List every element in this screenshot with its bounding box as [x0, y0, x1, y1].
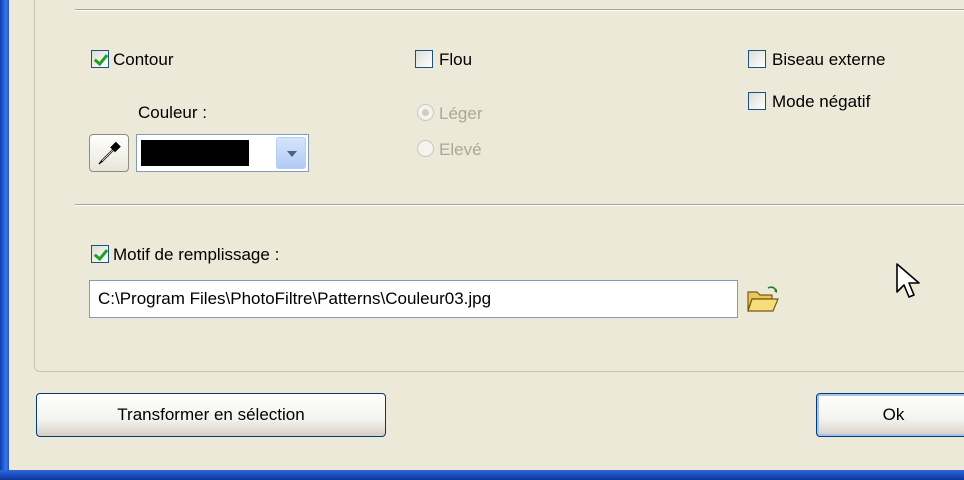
biseau-checkbox[interactable] — [748, 50, 766, 68]
negatif-checkbox[interactable] — [748, 92, 766, 110]
mouse-pointer-icon — [896, 263, 920, 298]
ok-button[interactable]: Ok — [816, 393, 964, 437]
top-separator — [75, 9, 964, 11]
negatif-label[interactable]: Mode négatif — [772, 92, 870, 112]
flou-label[interactable]: Flou — [439, 50, 472, 70]
color-swatch — [141, 140, 249, 166]
contour-checkbox[interactable] — [91, 50, 109, 68]
dialog-panel: Contour Couleur : Flou Léger Elevé Bisea… — [9, 0, 964, 470]
radio-eleve-label: Elevé — [439, 140, 482, 159]
color-picker-button[interactable] — [89, 134, 129, 172]
radio-leger[interactable] — [417, 104, 434, 121]
eyedropper-icon — [98, 141, 121, 165]
browse-button[interactable] — [744, 282, 782, 316]
pattern-label[interactable]: Motif de remplissage : — [113, 245, 279, 265]
middle-separator — [75, 204, 964, 206]
pattern-checkbox[interactable] — [91, 245, 109, 263]
pattern-path-field[interactable]: C:\Program Files\PhotoFiltre\Patterns\Co… — [89, 280, 738, 318]
radio-leger-label: Léger — [439, 104, 483, 123]
contour-label[interactable]: Contour — [113, 50, 173, 70]
flou-checkbox[interactable] — [415, 50, 433, 68]
window-bottom-border — [0, 470, 964, 480]
biseau-label[interactable]: Biseau externe — [772, 50, 885, 70]
color-dropdown[interactable] — [136, 134, 309, 172]
folder-open-icon — [747, 286, 779, 312]
radio-eleve[interactable] — [417, 140, 434, 157]
chevron-down-icon[interactable] — [276, 137, 306, 169]
window-left-border — [0, 0, 9, 480]
couleur-label: Couleur : — [138, 103, 207, 122]
transform-to-selection-button[interactable]: Transformer en sélection — [36, 393, 386, 437]
